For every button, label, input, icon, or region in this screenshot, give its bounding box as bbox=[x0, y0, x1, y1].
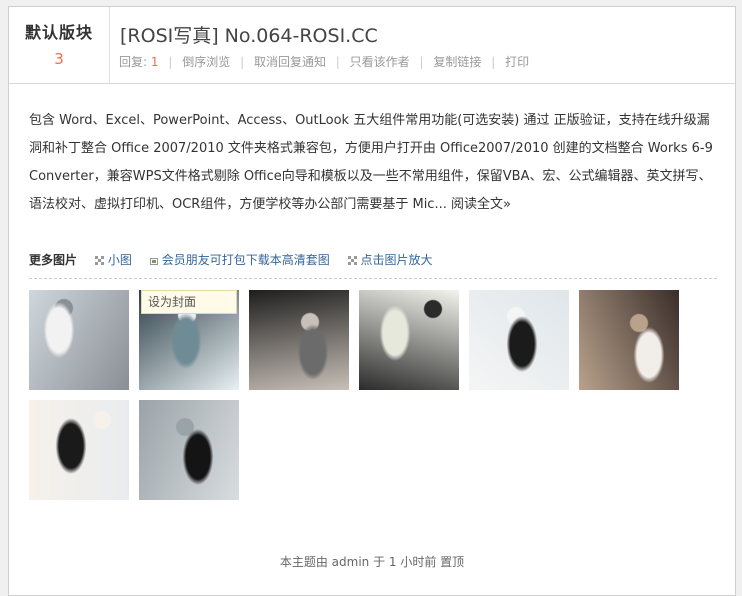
more-images-heading: 更多图片 bbox=[29, 253, 78, 267]
reverse-order-link[interactable]: 倒序浏览 bbox=[182, 53, 230, 70]
photo-thumbnail[interactable] bbox=[249, 290, 349, 390]
thread-header: 默认版块 3 [ROSI写真] No.064-ROSI.CC 回复: 1 | 倒… bbox=[9, 7, 735, 84]
only-author-link[interactable]: 只看该作者 bbox=[350, 53, 410, 70]
photo-thumbnail[interactable] bbox=[579, 290, 679, 390]
download-pack-label: 会员朋友可打包下载本高清套图 bbox=[161, 253, 330, 267]
reply-count: 1 bbox=[150, 55, 159, 69]
photo-thumbnail[interactable] bbox=[29, 400, 129, 500]
dashed-divider bbox=[29, 278, 717, 279]
thread-actions: 回复: 1 | 倒序浏览 | 取消回复通知 | 只看该作者 | 复制链接 | 打… bbox=[119, 53, 529, 70]
thread-description: 包含 Word、Excel、PowerPoint、Access、OutLook … bbox=[29, 107, 719, 219]
reply-label: 回复: bbox=[119, 55, 148, 69]
separator: | bbox=[419, 55, 424, 69]
separator: | bbox=[491, 55, 496, 69]
cancel-reply-notify-link[interactable]: 取消回复通知 bbox=[254, 53, 326, 70]
photo-thumbnail[interactable] bbox=[359, 290, 459, 390]
small-image-label: 小图 bbox=[107, 253, 132, 267]
print-link[interactable]: 打印 bbox=[505, 53, 529, 70]
separator: | bbox=[335, 55, 340, 69]
separator: | bbox=[240, 55, 245, 69]
thread-footer: 本主题由 admin 于 1 小时前 置顶 bbox=[279, 555, 465, 569]
download-pack-option[interactable]: 会员朋友可打包下载本高清套图 bbox=[149, 253, 330, 267]
grid-icon bbox=[94, 256, 104, 265]
copy-link-link[interactable]: 复制链接 bbox=[433, 53, 481, 70]
zoom-label: 点击图片放大 bbox=[360, 253, 433, 267]
read-more-link[interactable]: 阅读全文» bbox=[451, 197, 511, 212]
separator: | bbox=[168, 55, 173, 69]
photo-thumbnail[interactable] bbox=[29, 290, 129, 390]
description-text: 包含 Word、Excel、PowerPoint、Access、OutLook … bbox=[29, 113, 713, 212]
image-pack-icon bbox=[149, 258, 158, 265]
forum-name[interactable]: 默认版块 bbox=[9, 19, 109, 43]
small-image-option[interactable]: 小图 bbox=[94, 253, 132, 267]
forum-box[interactable]: 默认版块 3 bbox=[9, 7, 110, 83]
more-images-bar: 更多图片 小图 会员朋友可打包下载本高清套图 点击图片放大 bbox=[29, 251, 717, 268]
zoom-option[interactable]: 点击图片放大 bbox=[347, 253, 433, 267]
thread-title: [ROSI写真] No.064-ROSI.CC bbox=[120, 25, 378, 47]
photo-thumbnail[interactable] bbox=[469, 290, 569, 390]
photo-thumbnail[interactable] bbox=[139, 400, 239, 500]
set-cover-tooltip[interactable]: 设为封面 bbox=[141, 290, 237, 314]
forum-count: 3 bbox=[54, 50, 64, 68]
grid-icon bbox=[347, 256, 357, 265]
thread-panel: 默认版块 3 [ROSI写真] No.064-ROSI.CC 回复: 1 | 倒… bbox=[8, 6, 736, 596]
